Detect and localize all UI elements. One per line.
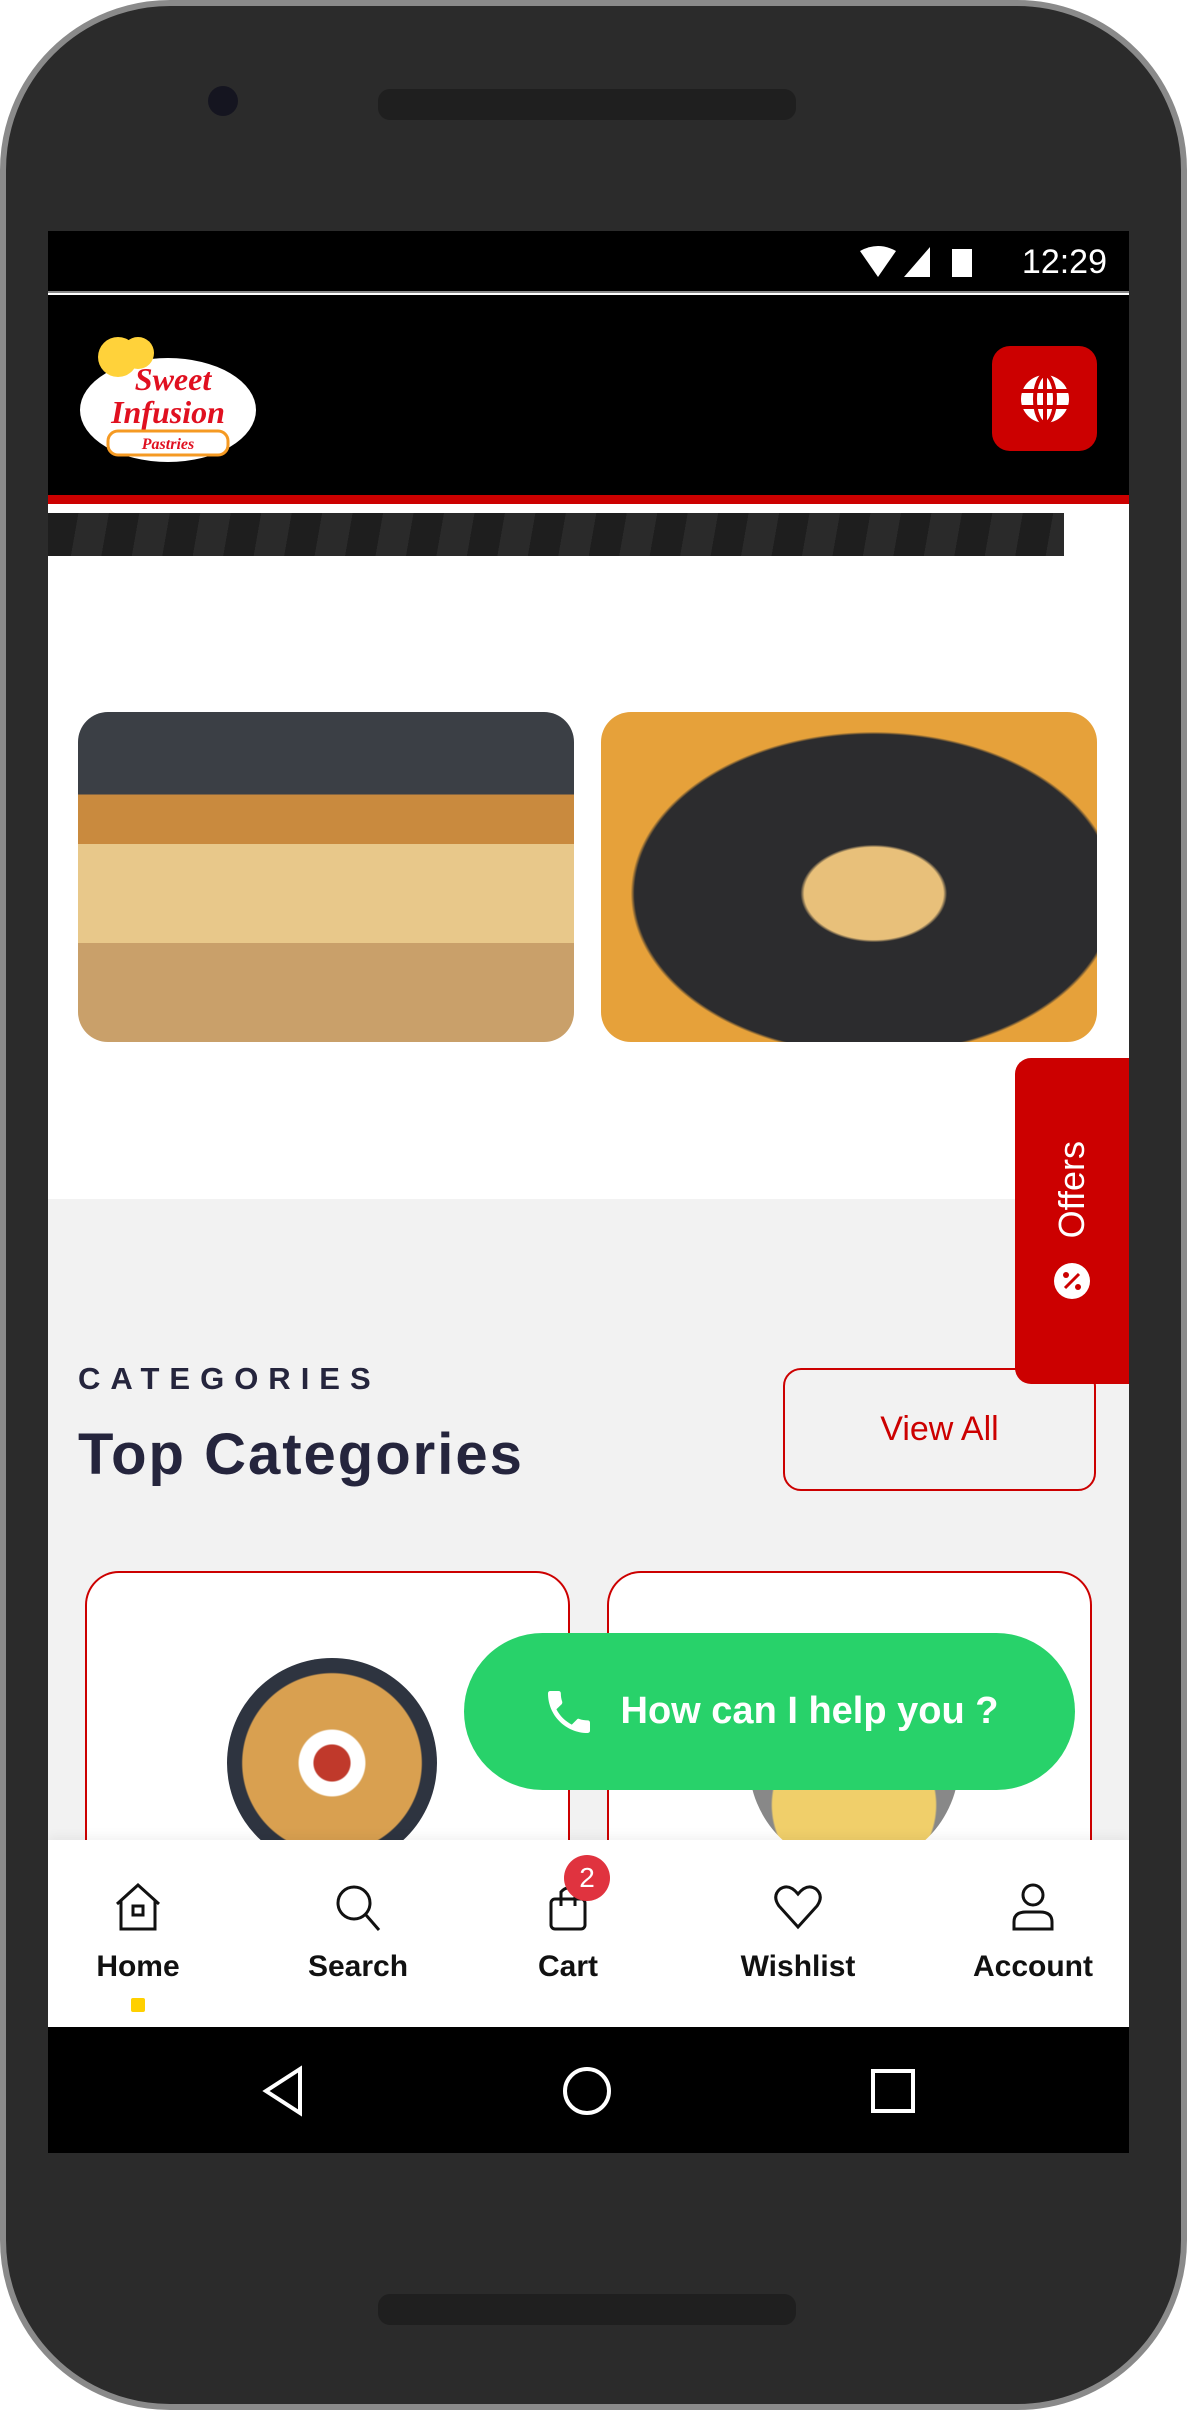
svg-text:Infusion: Infusion [110,394,225,430]
nav-label: Cart [537,1950,598,1983]
nav-account[interactable]: Account [948,1840,1118,2027]
recents-icon[interactable] [869,2067,917,2115]
offers-tab[interactable]: Offers [1015,1058,1129,1384]
brand-logo[interactable]: Sweet Infusion Pastries [78,335,258,465]
nav-label: Account [973,1950,1093,1983]
nav-label: Wishlist [740,1950,856,1983]
user-icon [1012,1883,1054,1931]
whatsapp-help-button[interactable]: How can I help you ? [464,1633,1075,1790]
promo-image-sausage-rolls[interactable] [78,712,574,1042]
screen: 12:29 Sweet Infusion Pastries CATEGORIES… [48,231,1129,2153]
globe-icon [1020,372,1069,425]
cart-count-badge: 2 [564,1855,610,1901]
svg-text:Sweet: Sweet [135,361,213,397]
help-label: How can I help you ? [620,1690,999,1732]
nav-label: Home [96,1950,180,1983]
nav-wishlist[interactable]: Wishlist [708,1840,888,2027]
speaker-grille-bottom [378,2294,796,2325]
nav-label: Search [307,1950,409,1983]
search-icon [336,1885,381,1931]
offers-label: Offers [1051,1141,1092,1239]
section-eyebrow: CATEGORIES [78,1361,381,1396]
svg-text:Pastries: Pastries [141,436,194,453]
status-icons [860,246,972,277]
home-circle-icon[interactable] [561,2065,613,2117]
system-nav-bar [48,2027,1129,2153]
category-image [227,1658,437,1868]
hero-banner [48,513,1064,556]
status-bar: 12:29 [48,231,1129,293]
front-camera [208,86,238,116]
back-icon[interactable] [260,2065,308,2117]
home-icon [115,1882,161,1931]
app-header: Sweet Infusion Pastries [48,295,1129,504]
heart-icon [774,1885,822,1930]
view-all-button[interactable]: View All [783,1368,1096,1491]
language-button[interactable] [992,346,1097,451]
nav-search[interactable]: Search [268,1840,448,2027]
active-indicator [131,1998,145,2012]
clock: 12:29 [1021,243,1107,281]
discount-badge-icon [1054,1262,1090,1299]
promo-image-empanadas[interactable] [601,712,1097,1042]
speaker-grille [378,89,796,120]
nav-home[interactable]: Home [58,1840,218,2027]
section-title: Top Categories [78,1422,524,1487]
phone-icon [547,1690,590,1733]
